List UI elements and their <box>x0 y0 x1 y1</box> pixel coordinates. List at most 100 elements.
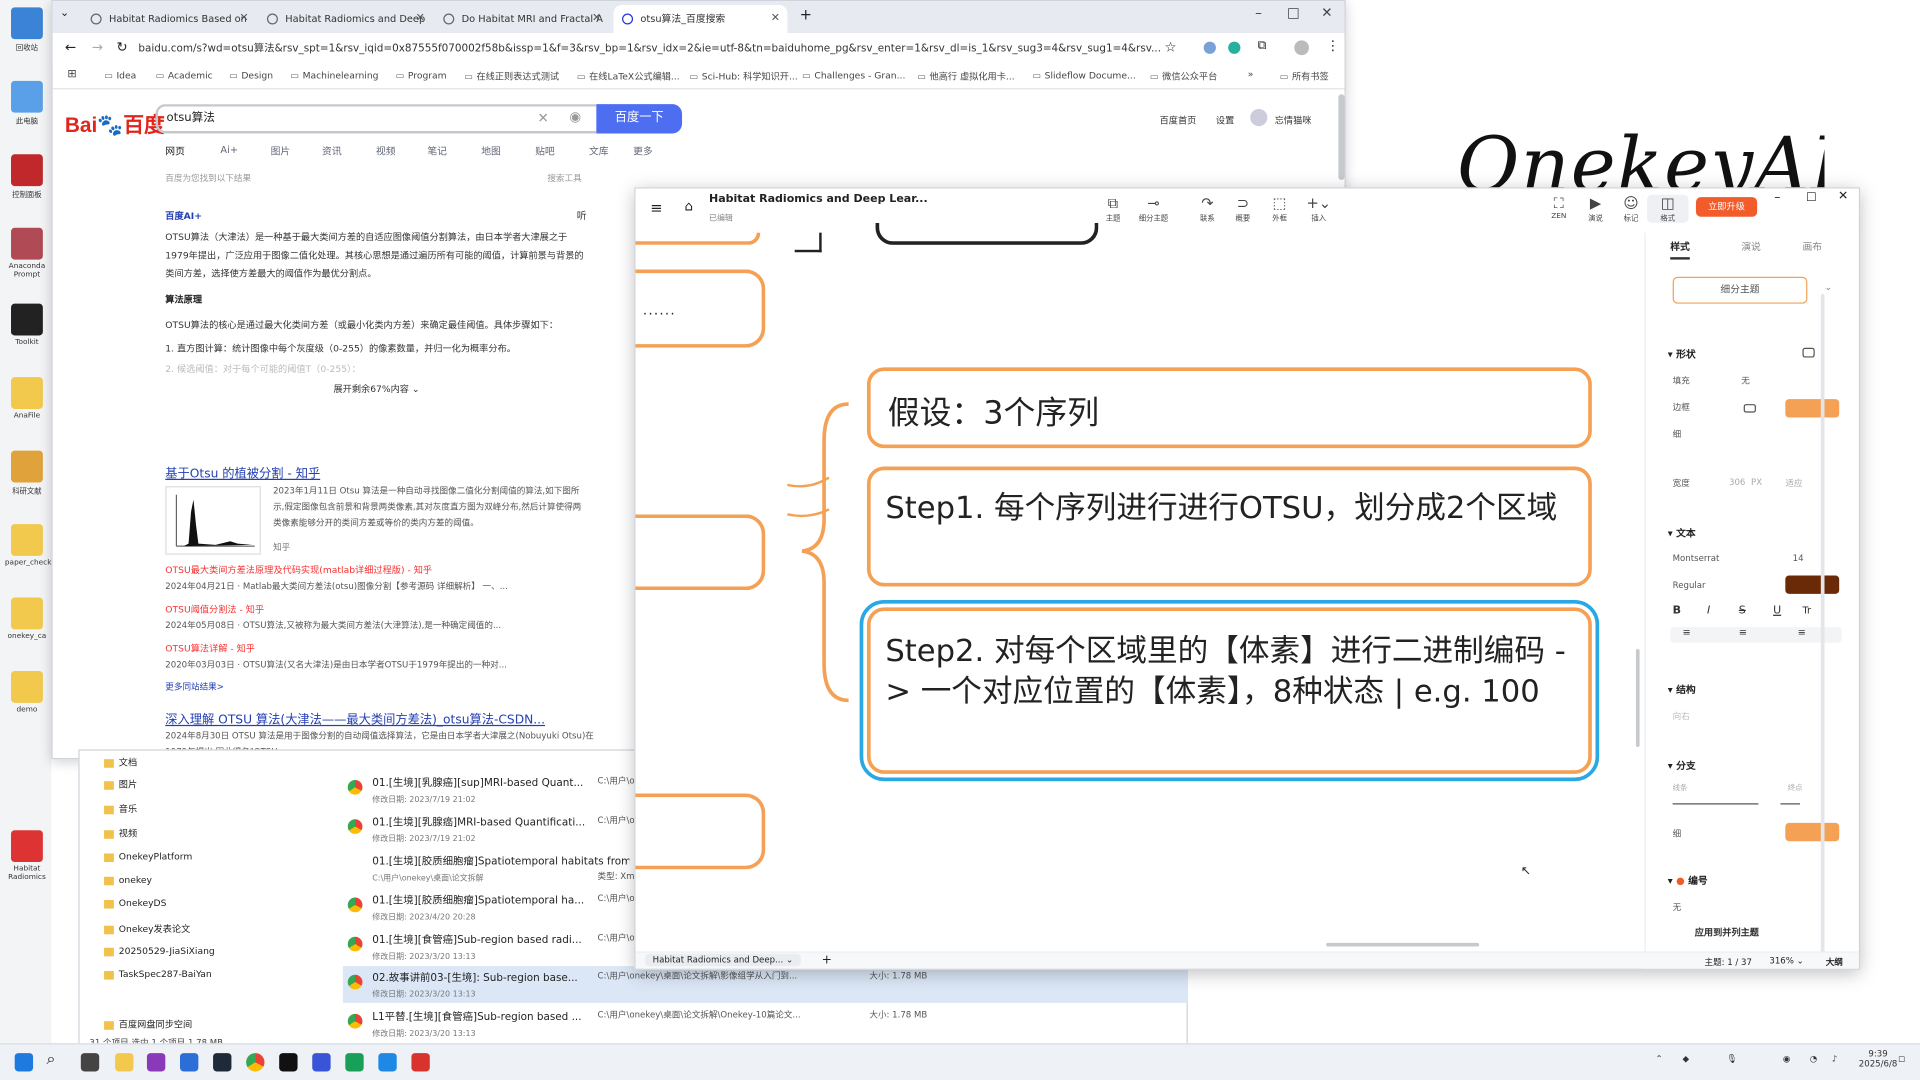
chevron-up-icon[interactable]: ⌃ <box>1656 1054 1663 1064</box>
tab-images[interactable]: 图片 <box>271 144 291 157</box>
more-results-link[interactable]: 更多同站结果> <box>165 680 224 696</box>
nav-item[interactable]: 音乐 <box>104 802 137 815</box>
style-select[interactable]: 细分主题 <box>1672 276 1808 304</box>
reload-icon[interactable]: ↻ <box>116 39 127 55</box>
tab-more[interactable]: 更多 <box>633 144 653 157</box>
bookmark[interactable]: 他高行 虚拟化用卡... <box>917 70 1015 83</box>
more-bookmarks-icon[interactable]: » <box>1248 69 1254 80</box>
apps-icon[interactable]: ⊞ <box>67 69 76 81</box>
star-icon[interactable]: ☆ <box>1164 39 1176 55</box>
bookmark[interactable]: Slideflow Docume... <box>1032 70 1136 81</box>
app-icon[interactable] <box>378 1053 397 1072</box>
sheet-tab[interactable]: Habitat Radiomics and Deep... ⌄ <box>645 953 801 967</box>
search-input[interactable]: otsu算法 <box>155 104 597 134</box>
tab-video[interactable]: 视频 <box>376 144 396 157</box>
align-right-icon[interactable]: ≡ <box>1798 627 1806 638</box>
panel-scrollbar[interactable] <box>1820 293 1825 956</box>
result-title[interactable]: 深入理解 OTSU 算法(大津法——最大类间方差法)_otsu算法-CSDN..… <box>165 709 545 727</box>
branch-weight[interactable]: 细 <box>1673 828 1682 840</box>
branch-color-swatch[interactable] <box>1785 822 1840 842</box>
desktop-icon[interactable]: 回收站 <box>5 7 49 53</box>
font-size-select[interactable]: 14 <box>1793 553 1804 563</box>
border-color-swatch[interactable] <box>1785 399 1840 418</box>
close-icon[interactable]: ✕ <box>592 5 601 33</box>
desktop-icon[interactable]: Habitat Radiomics <box>5 830 49 882</box>
numbering-value[interactable]: 无 <box>1673 901 1682 913</box>
desktop-icon[interactable]: demo <box>5 671 49 714</box>
user-name[interactable]: 忘情猫咪 <box>1275 114 1312 127</box>
extension-icon[interactable] <box>1228 41 1241 54</box>
menu-icon[interactable]: ⋮ <box>1326 38 1339 54</box>
apply-siblings-button[interactable]: 应用到并列主题 <box>1695 926 1759 939</box>
horizontal-scrollbar[interactable] <box>1326 942 1480 947</box>
nav-item[interactable]: 20250529-JiaSiXiang <box>104 945 215 956</box>
search-tools[interactable]: 搜索工具 <box>547 173 581 185</box>
app-icon[interactable] <box>146 1053 166 1072</box>
tab-tieba[interactable]: 贴吧 <box>535 144 555 157</box>
nav-item[interactable]: OnekeyDS <box>104 898 167 909</box>
tab-canvas[interactable]: 画布 <box>1802 240 1822 253</box>
close-window-button[interactable]: ✕ <box>1838 190 1848 203</box>
all-bookmarks[interactable]: 所有书签 <box>1280 70 1329 83</box>
outline-button[interactable]: 大纲 <box>1826 956 1843 968</box>
border-style-icon[interactable] <box>1743 404 1756 413</box>
mindmap-node-partial[interactable] <box>635 514 766 591</box>
tab-wenku[interactable]: 文库 <box>589 144 609 157</box>
file-row-selected[interactable]: 02.故事讲前03-[生境]: Sub-region base... 修改日期: … <box>342 966 1188 1003</box>
nav-item[interactable]: onekey <box>104 874 152 885</box>
structure-value[interactable]: 向右 <box>1673 710 1690 722</box>
underline-button[interactable]: U <box>1773 605 1781 617</box>
mindmap-node[interactable]: 假设：3个序列 <box>866 367 1592 449</box>
italic-button[interactable]: I <box>1707 605 1710 617</box>
strikethrough-button[interactable]: S <box>1739 605 1746 617</box>
bookmark[interactable]: Machinelearning <box>290 70 379 81</box>
windows-start-icon[interactable] <box>14 1053 34 1072</box>
nav-item[interactable]: 百度网盘同步空间 <box>104 1018 192 1031</box>
close-icon[interactable]: ✕ <box>239 5 248 33</box>
mindmap-canvas[interactable]: ...... 假设：3个序列 Step1. 每个序列进行进行OTSU，划分成2个… <box>635 222 1645 956</box>
tab-style[interactable]: 样式 <box>1670 240 1690 260</box>
minimize-button[interactable]: – <box>1255 5 1262 21</box>
marker-button[interactable]: ☺ 标记 <box>1610 195 1652 223</box>
result-source[interactable]: 知乎 <box>273 541 290 553</box>
explorer-icon[interactable] <box>115 1053 134 1072</box>
nav-item[interactable]: OnekeyPlatform <box>104 851 193 862</box>
format-button[interactable]: ◫ 格式 <box>1646 194 1689 223</box>
result-thumbnail[interactable] <box>165 486 261 555</box>
task-view-icon[interactable] <box>80 1053 100 1072</box>
browser-tab[interactable]: Do Habitat MRI and Fractal A ✕ <box>435 5 609 33</box>
mindmap-node[interactable]: Step1. 每个序列进行进行OTSU，划分成2个区域 <box>866 466 1592 587</box>
tab-web[interactable]: 网页 <box>165 144 185 157</box>
chrome-icon[interactable] <box>246 1053 265 1072</box>
settings-link[interactable]: 设置 <box>1216 114 1234 127</box>
app-icon[interactable] <box>180 1053 199 1072</box>
desktop-icon[interactable]: 控制面板 <box>5 154 49 200</box>
home-icon[interactable]: ⌂ <box>684 198 693 214</box>
mindmap-node-partial[interactable] <box>875 222 1099 245</box>
tab-notes[interactable]: 笔记 <box>427 144 447 157</box>
fill-value[interactable]: 无 <box>1741 375 1750 387</box>
tab-ai[interactable]: Ai+ <box>220 144 238 155</box>
mindmap-node-selected[interactable]: Step2. 对每个区域里的【体素】进行二进制编码 -> 一个对应位置的【体素】… <box>859 600 1600 782</box>
desktop-icon[interactable]: 此电脑 <box>5 80 49 126</box>
bookmark[interactable]: Sci-Hub: 科学知识开... <box>689 70 798 83</box>
section-numbering[interactable]: ▾ ● 编号 <box>1668 874 1708 887</box>
desktop-icon[interactable]: Toolkit <box>5 303 49 347</box>
nav-item[interactable]: 视频 <box>104 827 137 840</box>
summary-button[interactable]: ⊃ 概要 <box>1222 195 1264 223</box>
desktop-icon[interactable]: paper_check <box>5 524 51 567</box>
adapt-button[interactable]: 适应 <box>1785 478 1802 490</box>
volume-icon[interactable]: ♪ <box>1832 1054 1837 1064</box>
url-input[interactable]: baidu.com/s?wd=otsu算法&rsv_spt=1&rsv_iqid… <box>138 37 1216 61</box>
camera-icon[interactable]: ◉ <box>569 109 581 125</box>
mindmap-app-icon[interactable] <box>411 1053 430 1072</box>
clear-icon[interactable]: ✕ <box>538 110 549 126</box>
maximize-button[interactable]: □ <box>1806 191 1816 203</box>
tab-list-icon[interactable]: ⌄ <box>60 7 69 19</box>
wifi-icon[interactable]: ◔ <box>1810 1054 1817 1064</box>
font-weight-select[interactable]: Regular <box>1673 580 1706 590</box>
tab-news[interactable]: 资讯 <box>322 144 342 157</box>
mindmap-node-partial[interactable] <box>635 232 761 245</box>
close-window-button[interactable]: ✕ <box>1321 5 1332 21</box>
bookmark[interactable]: Design <box>229 70 273 81</box>
